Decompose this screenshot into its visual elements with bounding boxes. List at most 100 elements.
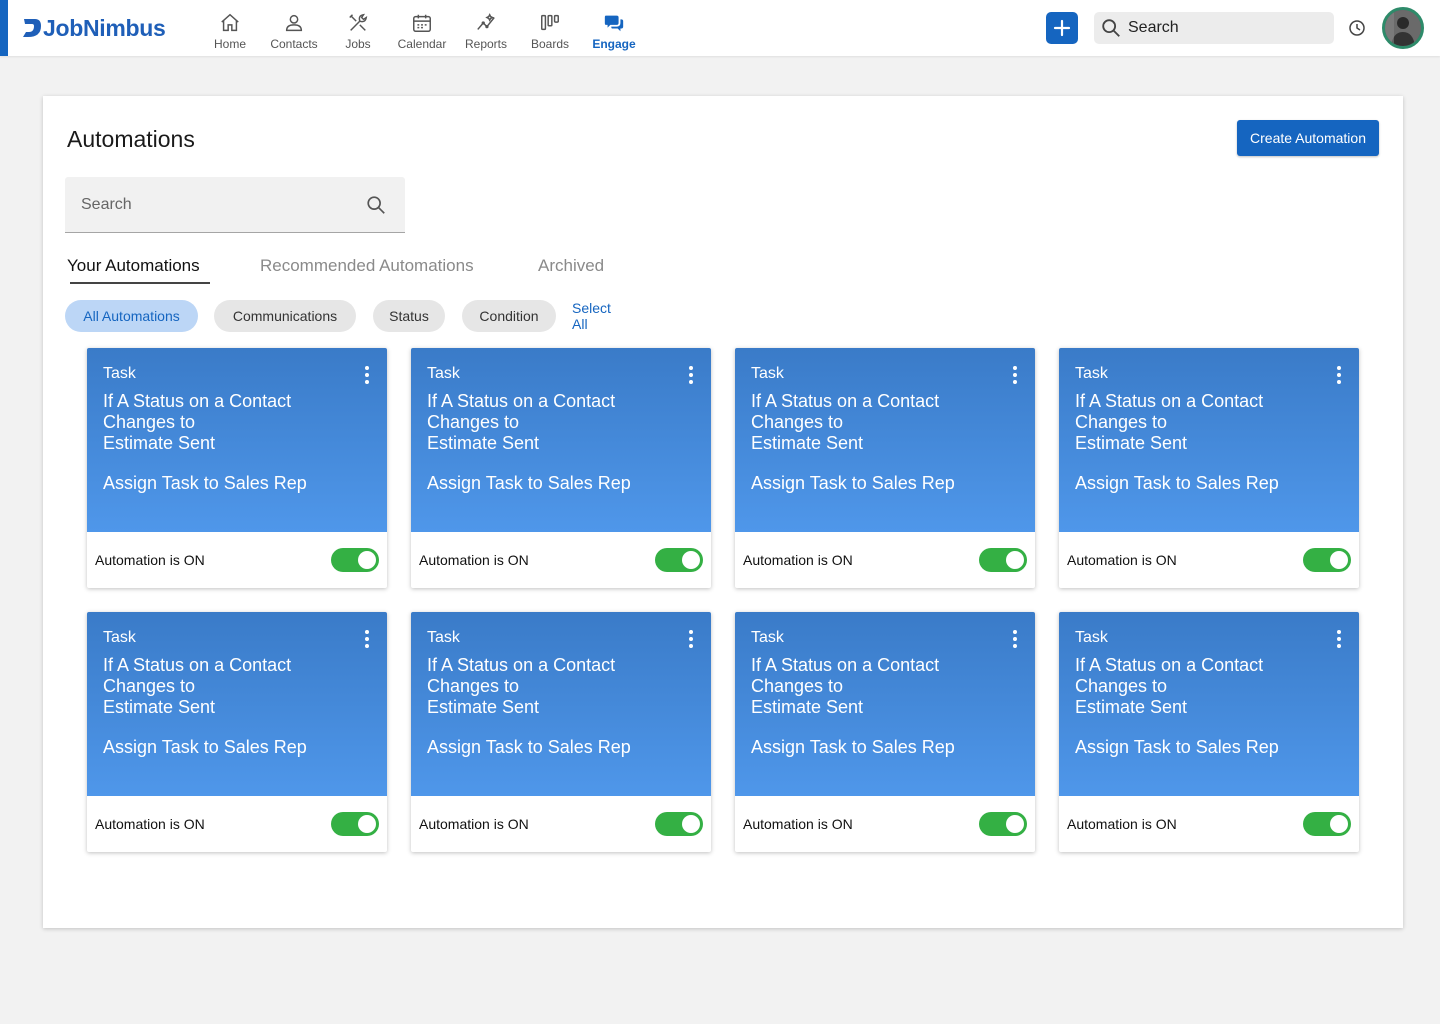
automation-trigger: If A Status on a Contact Changes to Esti… <box>427 655 616 717</box>
tab-your-automations[interactable]: Your Automations <box>67 256 200 276</box>
automation-toggle[interactable] <box>979 548 1027 572</box>
automation-toggle[interactable] <box>1303 812 1351 836</box>
nav-home[interactable]: Home <box>198 0 262 56</box>
nav-jobs[interactable]: Jobs <box>326 0 390 56</box>
automation-toggle[interactable] <box>655 548 703 572</box>
nav-jobs-label: Jobs <box>345 37 371 51</box>
automation-status-label: Automation is ON <box>743 816 853 832</box>
automation-card-footer: Automation is ON <box>735 796 1035 852</box>
calendar-icon <box>413 14 431 32</box>
more-vertical-icon[interactable] <box>357 628 377 650</box>
chart-line-icon <box>477 13 495 30</box>
automation-toggle[interactable] <box>331 548 379 572</box>
automation-card-header[interactable]: Task If A Status on a Contact Changes to… <box>87 348 387 532</box>
filter-chip-all-automations[interactable]: All Automations <box>65 300 198 332</box>
more-vertical-icon[interactable] <box>681 364 701 386</box>
toggle-knob <box>1006 815 1024 833</box>
automation-toggle[interactable] <box>979 812 1027 836</box>
create-automation-button[interactable]: Create Automation <box>1237 120 1379 156</box>
automation-type: Task <box>427 365 460 382</box>
search-icon[interactable] <box>365 194 387 216</box>
automation-card-header[interactable]: Task If A Status on a Contact Changes to… <box>411 348 711 532</box>
automation-status-label: Automation is ON <box>419 552 529 568</box>
more-vertical-icon[interactable] <box>357 364 377 386</box>
nav-reports[interactable]: Reports <box>454 0 518 56</box>
logo-text: JobNimbus <box>43 14 166 41</box>
history-clock-icon[interactable] <box>1348 19 1366 37</box>
automation-card[interactable]: Task If A Status on a Contact Changes to… <box>87 612 387 852</box>
chat-icon <box>604 15 624 32</box>
tools-icon <box>349 13 368 31</box>
more-vertical-icon[interactable] <box>1329 364 1349 386</box>
automation-toggle[interactable] <box>331 812 379 836</box>
user-avatar[interactable] <box>1382 7 1424 49</box>
page-title: Automations <box>67 126 195 152</box>
automation-type: Task <box>1075 365 1108 382</box>
automation-card[interactable]: Task If A Status on a Contact Changes to… <box>735 348 1035 588</box>
logo[interactable]: JobNimbus <box>22 14 166 42</box>
nav-boards[interactable]: Boards <box>518 0 582 56</box>
automation-card-header[interactable]: Task If A Status on a Contact Changes to… <box>1059 612 1359 796</box>
automation-trigger: If A Status on a Contact Changes to Esti… <box>427 391 616 453</box>
automation-card[interactable]: Task If A Status on a Contact Changes to… <box>87 348 387 588</box>
automation-action: Assign Task to Sales Rep <box>1075 737 1279 757</box>
automation-card-header[interactable]: Task If A Status on a Contact Changes to… <box>735 348 1035 532</box>
tab-recommended-automations[interactable]: Recommended Automations <box>260 256 474 276</box>
automation-card-footer: Automation is ON <box>411 532 711 588</box>
automation-card[interactable]: Task If A Status on a Contact Changes to… <box>1059 348 1359 588</box>
tab-archived[interactable]: Archived <box>538 256 604 276</box>
automation-action: Assign Task to Sales Rep <box>751 737 955 757</box>
global-search-input[interactable] <box>1128 19 1318 37</box>
automation-type: Task <box>103 365 136 382</box>
home-icon <box>221 13 239 32</box>
columns-icon <box>541 14 559 31</box>
automation-status-label: Automation is ON <box>1067 816 1177 832</box>
automation-card-footer: Automation is ON <box>1059 796 1359 852</box>
automation-card-footer: Automation is ON <box>735 532 1035 588</box>
global-search[interactable] <box>1094 12 1334 44</box>
automation-type: Task <box>427 629 460 646</box>
toggle-knob <box>358 815 376 833</box>
automation-card[interactable]: Task If A Status on a Contact Changes to… <box>1059 612 1359 852</box>
automation-card-footer: Automation is ON <box>411 796 711 852</box>
automation-card-header[interactable]: Task If A Status on a Contact Changes to… <box>87 612 387 796</box>
add-button[interactable] <box>1046 12 1078 44</box>
toggle-knob <box>682 551 700 569</box>
automation-trigger: If A Status on a Contact Changes to Esti… <box>1075 391 1264 453</box>
automation-toggle[interactable] <box>655 812 703 836</box>
automation-card-footer: Automation is ON <box>87 796 387 852</box>
nav-engage[interactable]: Engage <box>582 0 646 56</box>
filter-chip-communications[interactable]: Communications <box>214 300 356 332</box>
automation-action: Assign Task to Sales Rep <box>427 473 631 493</box>
automation-card-header[interactable]: Task If A Status on a Contact Changes to… <box>411 612 711 796</box>
automation-trigger: If A Status on a Contact Changes to Esti… <box>1075 655 1264 717</box>
automation-toggle[interactable] <box>1303 548 1351 572</box>
more-vertical-icon[interactable] <box>1329 628 1349 650</box>
more-vertical-icon[interactable] <box>681 628 701 650</box>
automation-type: Task <box>751 629 784 646</box>
automation-card[interactable]: Task If A Status on a Contact Changes to… <box>411 612 711 852</box>
automation-status-label: Automation is ON <box>743 552 853 568</box>
nav-contacts[interactable]: Contacts <box>262 0 326 56</box>
automation-search[interactable] <box>65 177 405 233</box>
brand-stripe <box>0 0 8 56</box>
automation-card[interactable]: Task If A Status on a Contact Changes to… <box>411 348 711 588</box>
automation-action: Assign Task to Sales Rep <box>427 737 631 757</box>
automation-search-input[interactable] <box>81 195 351 214</box>
more-vertical-icon[interactable] <box>1005 628 1025 650</box>
automation-card[interactable]: Task If A Status on a Contact Changes to… <box>735 612 1035 852</box>
select-all-link[interactable]: Select All <box>572 300 611 332</box>
toggle-knob <box>1006 551 1024 569</box>
automation-card-header[interactable]: Task If A Status on a Contact Changes to… <box>1059 348 1359 532</box>
automation-action: Assign Task to Sales Rep <box>1075 473 1279 493</box>
nav-calendar[interactable]: Calendar <box>390 0 454 56</box>
filter-chip-status[interactable]: Status <box>373 300 445 332</box>
automation-trigger: If A Status on a Contact Changes to Esti… <box>103 391 292 453</box>
more-vertical-icon[interactable] <box>1005 364 1025 386</box>
filter-chip-condition[interactable]: Condition <box>462 300 556 332</box>
automation-status-label: Automation is ON <box>95 552 205 568</box>
automation-action: Assign Task to Sales Rep <box>751 473 955 493</box>
automation-card-header[interactable]: Task If A Status on a Contact Changes to… <box>735 612 1035 796</box>
automation-card-footer: Automation is ON <box>1059 532 1359 588</box>
nav-boards-label: Boards <box>530 37 570 51</box>
